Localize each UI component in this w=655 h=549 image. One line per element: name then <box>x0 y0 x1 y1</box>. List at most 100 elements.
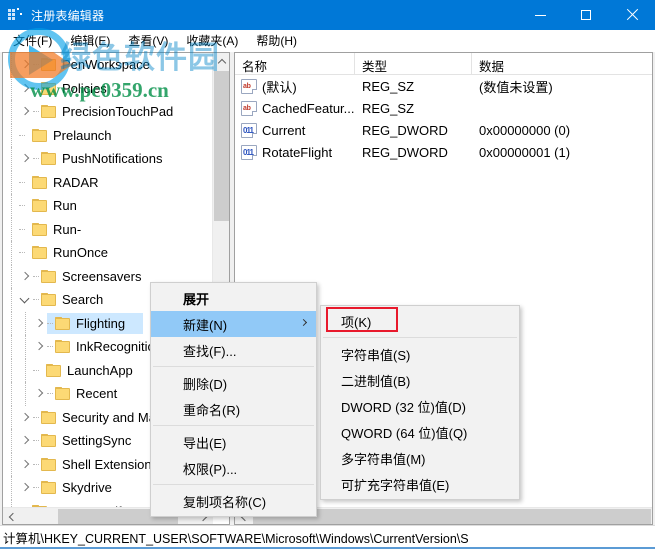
tree-node-connector <box>32 77 41 101</box>
tree-item[interactable]: Run <box>3 194 213 218</box>
tree-leaf-connector <box>18 241 27 265</box>
value-name-cell: 011 RotateFlight <box>235 144 355 160</box>
chevron-right-icon[interactable] <box>32 312 46 336</box>
sub-new-multistring[interactable]: 多字符串值(M) <box>321 445 519 471</box>
sub-new-dword[interactable]: DWORD (32 位)值(D) <box>321 393 519 419</box>
tree-item[interactable]: PrecisionTouchPad <box>3 100 213 124</box>
values-row[interactable]: ab (默认) REG_SZ (数值未设置) <box>235 75 652 97</box>
ctx-rename[interactable]: 重命名(R) <box>151 396 316 422</box>
folder-icon <box>32 504 47 507</box>
tree-item-label: LaunchApp <box>67 362 133 378</box>
value-data-cell: 0x00000001 (1) <box>479 144 571 160</box>
tree-indent-guide <box>25 382 26 406</box>
tree-item[interactable]: PushNotifications <box>3 147 213 171</box>
sub-new-binary[interactable]: 二进制值(B) <box>321 367 519 393</box>
tree-item-label: Policies <box>62 80 107 96</box>
tree-vertical-scroll-thumb[interactable] <box>214 71 229 221</box>
menu-help[interactable]: 帮助(H) <box>247 30 306 52</box>
values-row[interactable]: ab CachedFeatur... REG_SZ <box>235 97 652 119</box>
value-icon-glyph: ab <box>243 104 251 112</box>
menu-file[interactable]: 文件(F) <box>4 30 61 52</box>
chevron-right-icon[interactable] <box>32 335 46 359</box>
string-value-icon: ab <box>241 78 257 94</box>
sub-new-string[interactable]: 字符串值(S) <box>321 341 519 367</box>
chevron-right-icon[interactable] <box>18 77 32 101</box>
values-row[interactable]: 011 RotateFlight REG_DWORD 0x00000001 (1) <box>235 141 652 163</box>
folder-icon <box>46 363 61 377</box>
menu-favorites[interactable]: 收藏夹(A) <box>177 30 247 52</box>
status-bar-path: 计算机\HKEY_CURRENT_USER\SOFTWARE\Microsoft… <box>3 532 469 546</box>
value-data-cell: (数值未设置) <box>479 79 553 95</box>
menu-edit[interactable]: 编辑(E) <box>61 30 119 52</box>
string-value-icon: ab <box>241 100 257 116</box>
tree-item[interactable]: RunOnce <box>3 241 213 265</box>
tree-node-connector <box>32 288 41 312</box>
values-row[interactable]: 011 Current REG_DWORD 0x00000000 (0) <box>235 119 652 141</box>
value-name-cell: 011 Current <box>235 122 355 138</box>
tree-item[interactable]: Prelaunch <box>3 123 213 147</box>
tree-context-menu[interactable]: 展开 新建(N) 查找(F)... 删除(D) 重命名(R) 导出(E) 权限(P)... 复… <box>150 282 317 517</box>
tree-item[interactable]: Policies <box>3 76 213 101</box>
folder-icon <box>32 175 47 189</box>
tree-item-label: RADAR <box>53 174 99 190</box>
chevron-right-icon[interactable] <box>18 429 32 453</box>
tree-item[interactable]: Run- <box>3 217 213 242</box>
sub-new-expandstring[interactable]: 可扩充字符串值(E) <box>321 471 519 497</box>
ctx-permissions[interactable]: 权限(P)... <box>151 455 316 481</box>
value-type-cell: REG_DWORD <box>362 122 448 138</box>
tree-item-label: PushNotifications <box>62 151 163 167</box>
tree-node-connector <box>46 335 55 359</box>
tree-indent-guide <box>11 499 12 507</box>
context-menu-item-label: 复制项名称(C) <box>183 494 267 510</box>
menu-bar: 文件(F) 编辑(E) 查看(V) 收藏夹(A) 帮助(H) <box>0 30 655 52</box>
tree-leaf-connector <box>18 194 27 218</box>
tree-item-label: Screensavers <box>62 268 142 284</box>
close-button[interactable] <box>609 0 655 30</box>
menu-view[interactable]: 查看(V) <box>119 30 177 52</box>
context-menu-separator <box>153 366 314 367</box>
tree-item-label: Recent <box>76 386 118 402</box>
chevron-right-icon[interactable] <box>18 406 32 430</box>
chevron-down-icon[interactable] <box>18 288 32 312</box>
ctx-copy-key-name[interactable]: 复制项名称(C) <box>151 488 316 514</box>
tree-scroll-up-button[interactable] <box>213 53 229 70</box>
context-menu-item-label: 权限(P)... <box>183 461 238 477</box>
tree-item[interactable]: PenWorkspace <box>3 53 213 77</box>
minimize-button[interactable] <box>517 0 563 30</box>
value-data-cell: 0x00000000 (0) <box>479 122 571 138</box>
tree-node-connector <box>32 429 41 453</box>
chevron-right-icon[interactable] <box>32 382 46 406</box>
column-header[interactable]: 数据 <box>472 53 652 75</box>
sub-new-qword[interactable]: QWORD (64 位)值(Q) <box>321 419 519 445</box>
folder-icon <box>41 105 56 119</box>
tree-item-label: Skydrive <box>62 480 112 496</box>
ctx-find[interactable]: 查找(F)... <box>151 337 316 363</box>
sub-new-key[interactable]: 项(K) <box>321 308 519 334</box>
ctx-expand[interactable]: 展开 <box>151 285 316 311</box>
dword-value-icon: 011 <box>241 144 257 160</box>
chevron-right-icon[interactable] <box>18 453 32 477</box>
dword-value-icon: 011 <box>241 122 257 138</box>
column-header[interactable]: 类型 <box>355 53 472 75</box>
title-bar[interactable]: 注册表编辑器 <box>0 0 655 30</box>
tree-leaf-connector <box>18 218 27 242</box>
tree-scroll-left-button[interactable] <box>3 508 20 524</box>
chevron-right-icon[interactable] <box>18 265 32 289</box>
tree-item[interactable]: RADAR <box>3 170 213 194</box>
folder-icon <box>32 246 47 260</box>
tree-item-label: Run <box>53 198 77 214</box>
chevron-right-icon[interactable] <box>18 476 32 500</box>
ctx-delete[interactable]: 删除(D) <box>151 370 316 396</box>
maximize-button[interactable] <box>563 0 609 30</box>
column-header[interactable]: 名称 <box>235 53 355 75</box>
new-submenu[interactable]: 项(K) 字符串值(S) 二进制值(B) DWORD (32 位)值(D) QWORD … <box>320 305 520 500</box>
tree-indent-guide <box>11 429 12 453</box>
chevron-right-icon[interactable] <box>18 147 32 171</box>
ctx-export[interactable]: 导出(E) <box>151 429 316 455</box>
ctx-new[interactable]: 新建(N) <box>151 311 316 337</box>
tree-indent-guide <box>11 217 12 241</box>
chevron-right-icon[interactable] <box>18 100 32 124</box>
tree-indent-guide <box>11 452 12 476</box>
values-column-header: 名称 类型 数据 <box>235 53 652 75</box>
chevron-right-icon[interactable] <box>18 53 32 77</box>
